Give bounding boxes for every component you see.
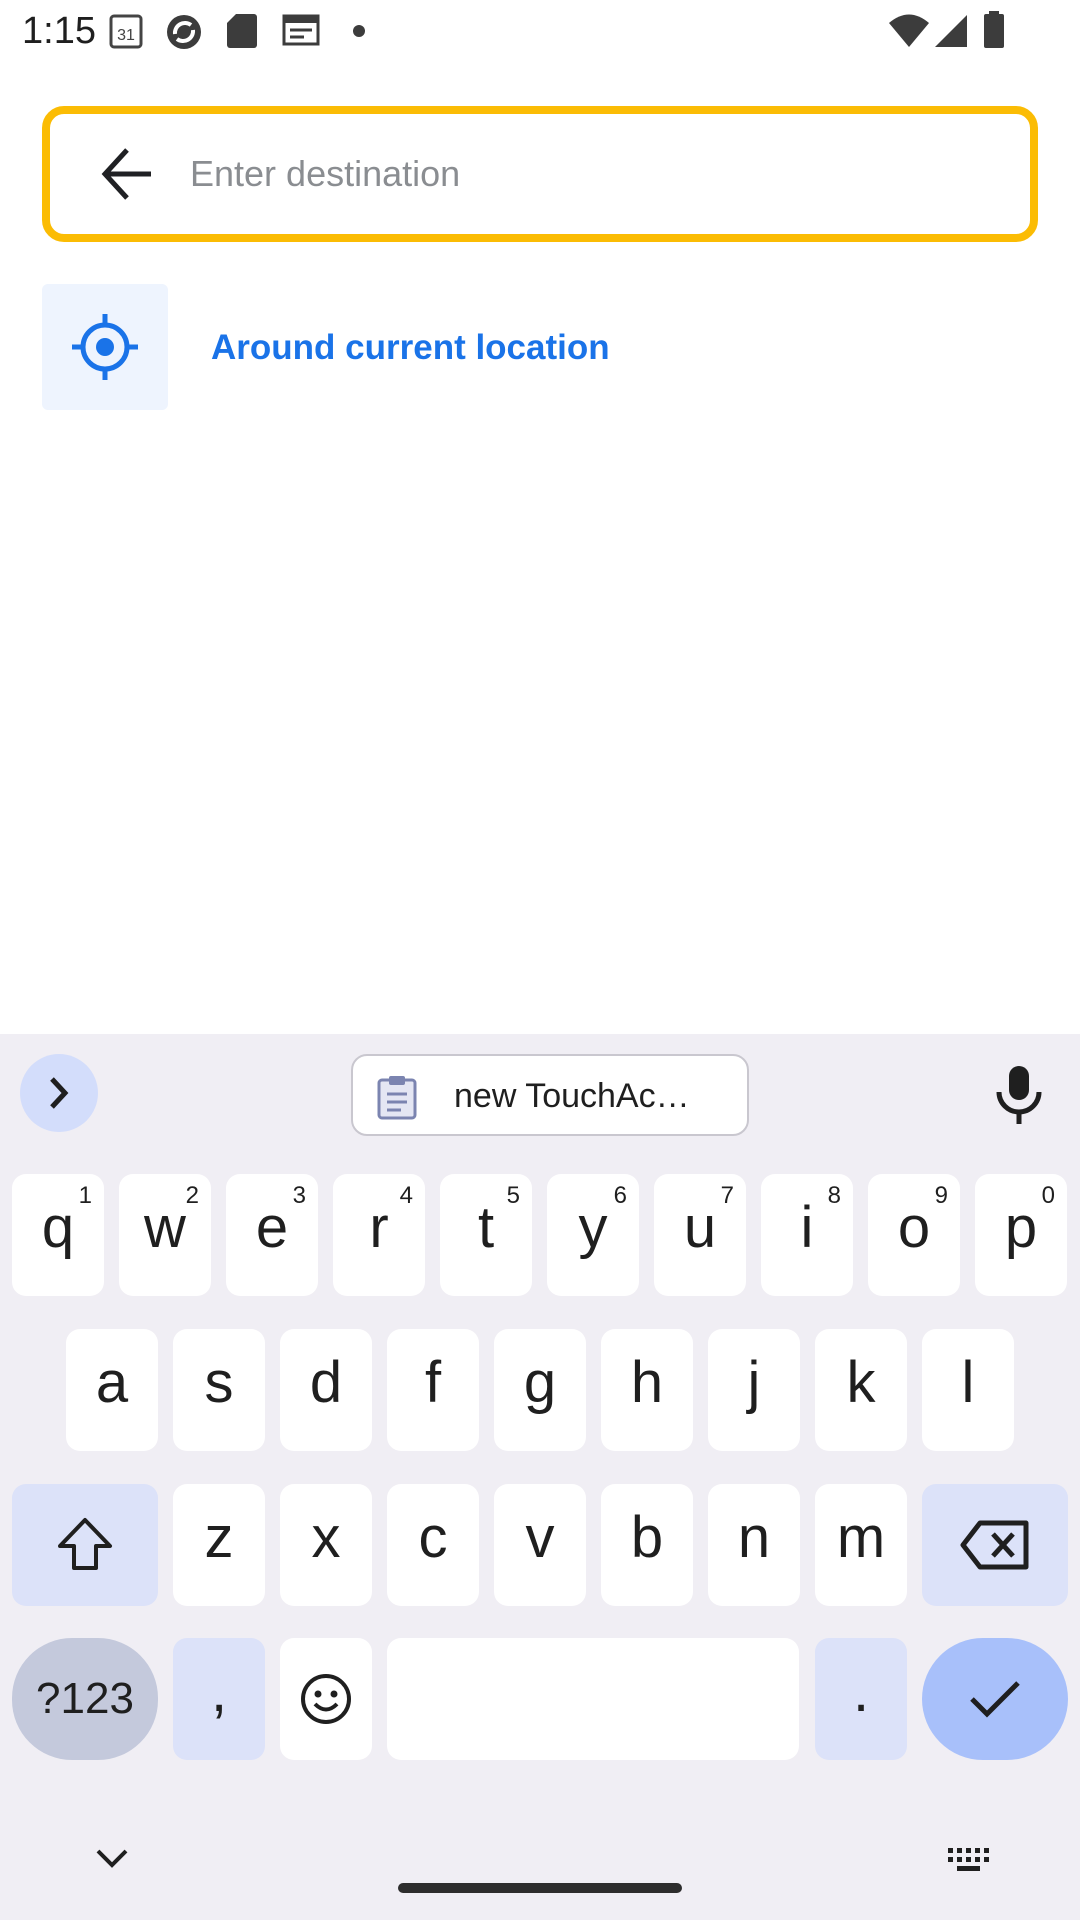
destination-input[interactable]: [190, 134, 1010, 214]
key-d[interactable]: d: [280, 1329, 372, 1451]
wifi-icon: [888, 14, 930, 53]
news-icon: [282, 12, 320, 55]
key-l[interactable]: l: [922, 1329, 1014, 1451]
back-button[interactable]: [95, 142, 161, 206]
signal-icon: [934, 14, 968, 53]
battery-icon: [982, 10, 1006, 55]
key-j[interactable]: j: [708, 1329, 800, 1451]
key-y[interactable]: y6: [547, 1174, 639, 1296]
key-q[interactable]: q1: [12, 1174, 104, 1296]
key-u[interactable]: u7: [654, 1174, 746, 1296]
key-o[interactable]: o9: [868, 1174, 960, 1296]
key-t[interactable]: t5: [440, 1174, 532, 1296]
dot-icon: [352, 24, 366, 43]
symbols-key[interactable]: ?123: [12, 1638, 158, 1760]
key-i[interactable]: i8: [761, 1174, 853, 1296]
shift-icon: [58, 1518, 112, 1570]
key-k[interactable]: k: [815, 1329, 907, 1451]
key-h[interactable]: h: [601, 1329, 693, 1451]
shift-key[interactable]: [12, 1484, 158, 1606]
key-v[interactable]: v: [494, 1484, 586, 1606]
keyboard: new TouchAc… q1 w2 e3 r4 t5 y6 u7 i8 o9 …: [0, 1034, 1080, 1920]
backspace-icon: [960, 1520, 1029, 1570]
sd-card-icon: [226, 12, 258, 55]
clipboard-text: new TouchAc…: [454, 1077, 690, 1115]
gesture-home-bar[interactable]: [398, 1883, 682, 1893]
emoji-icon: [301, 1674, 351, 1724]
keyboard-nav-strip: [0, 1818, 1080, 1920]
clipboard-icon: [377, 1076, 417, 1120]
emoji-key[interactable]: [280, 1638, 372, 1760]
key-a[interactable]: a: [66, 1329, 158, 1451]
key-s[interactable]: s: [173, 1329, 265, 1451]
key-c[interactable]: c: [387, 1484, 479, 1606]
key-f[interactable]: f: [387, 1329, 479, 1451]
key-g[interactable]: g: [494, 1329, 586, 1451]
keyboard-expand-button[interactable]: [20, 1054, 98, 1132]
my-location-icon: [72, 314, 138, 380]
microphone-icon: [996, 1066, 1042, 1124]
key-e[interactable]: e3: [226, 1174, 318, 1296]
voice-input-button[interactable]: [990, 1064, 1048, 1126]
key-n[interactable]: n: [708, 1484, 800, 1606]
destination-search-box: [42, 106, 1038, 242]
checkmark-icon: [970, 1681, 1020, 1718]
key-r[interactable]: r4: [333, 1174, 425, 1296]
keyboard-toolbar: new TouchAc…: [0, 1034, 1080, 1174]
space-key[interactable]: [387, 1638, 799, 1760]
suggestion-around-current-location[interactable]: Around current location: [0, 284, 1080, 412]
chevron-right-icon: [50, 1077, 69, 1109]
key-z[interactable]: z: [173, 1484, 265, 1606]
svg-text:31: 31: [117, 27, 135, 44]
enter-key[interactable]: [922, 1638, 1068, 1760]
location-tile: [42, 284, 168, 410]
calendar-icon: 31: [108, 12, 144, 55]
key-p[interactable]: p0: [975, 1174, 1067, 1296]
key-w[interactable]: w2: [119, 1174, 211, 1296]
keyboard-switch-icon[interactable]: [946, 1846, 990, 1874]
comma-key[interactable]: ,: [173, 1638, 265, 1760]
hide-keyboard-icon[interactable]: [92, 1846, 132, 1870]
period-key[interactable]: .: [815, 1638, 907, 1760]
key-m[interactable]: m: [815, 1484, 907, 1606]
key-x[interactable]: x: [280, 1484, 372, 1606]
suggestion-label: Around current location: [211, 328, 610, 367]
clipboard-suggestion-chip[interactable]: new TouchAc…: [351, 1054, 749, 1136]
status-bar: 1:15 31: [0, 0, 1080, 62]
key-b[interactable]: b: [601, 1484, 693, 1606]
sync-icon: [164, 12, 204, 57]
arrow-left-icon: [101, 148, 151, 200]
status-time: 1:15: [22, 10, 96, 52]
backspace-key[interactable]: [922, 1484, 1068, 1606]
